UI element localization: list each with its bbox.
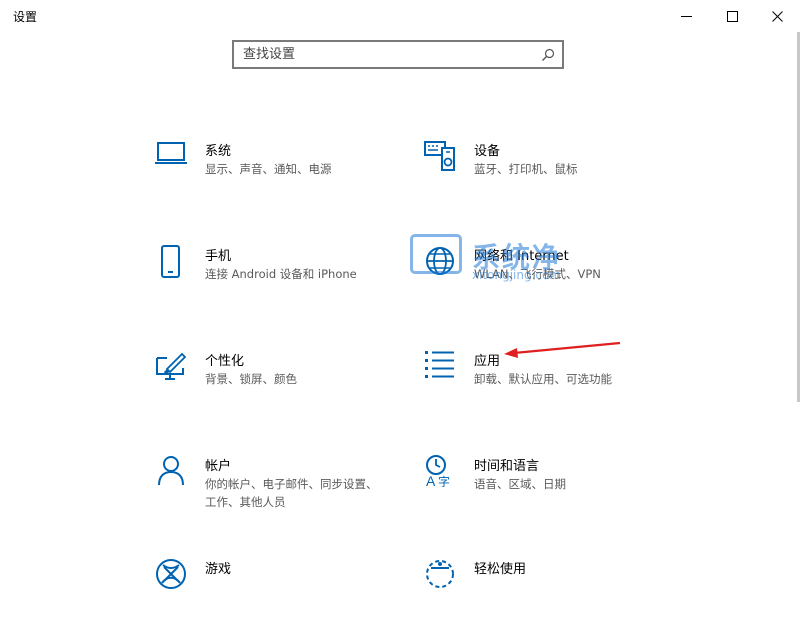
tile-personalization[interactable]: 个性化 背景、锁屏、颜色 [155,350,455,410]
xbox-icon [155,558,187,594]
tile-description: 语音、区域、日期 [474,477,566,491]
annotation-arrow [504,341,621,358]
svg-text:A: A [426,473,436,487]
tile-description: 卸载、默认应用、可选功能 [474,372,612,386]
tile-time-language[interactable]: A 字 时间和语言 语音、区域、日期 [424,455,724,515]
minimize-button[interactable] [663,0,709,32]
watermark-logo [410,234,462,274]
title-bar: 设置 [0,0,800,32]
apps-list-icon [424,350,456,386]
devices-icon [424,140,456,176]
window-title: 设置 [13,10,38,24]
tile-accounts[interactable]: 帐户 你的帐户、电子邮件、同步设置、工作、其他人员 [155,455,455,515]
phone-icon [155,245,187,281]
laptop-icon [155,140,187,176]
tile-name: 系统 [205,144,232,159]
close-button[interactable] [754,0,800,32]
tile-description: 蓝牙、打印机、鼠标 [474,162,578,176]
tile-system[interactable]: 系统 显示、声音、通知、电源 [155,140,455,200]
tile-name: 应用 [474,354,501,369]
tile-name: 时间和语言 [474,459,540,474]
watermark-url: xitongjing.com [472,268,562,282]
tile-description: 连接 Android 设备和 iPhone [205,267,357,281]
time-language-icon: A 字 [424,455,456,491]
tile-name: 手机 [205,249,232,264]
tile-name: 设备 [474,144,501,159]
tile-name: 游戏 [205,562,232,577]
tile-name: 帐户 [205,459,232,474]
search-input[interactable] [234,42,533,67]
personalization-icon [155,350,187,386]
tile-name: 轻松使用 [474,562,527,577]
tile-description: 背景、锁屏、颜色 [205,372,297,386]
tile-name: 个性化 [205,354,245,369]
search-box[interactable] [232,40,564,69]
tile-description: 显示、声音、通知、电源 [205,162,332,176]
maximize-button[interactable] [709,0,755,32]
tile-description: 你的帐户、电子邮件、同步设置、工作、其他人员 [205,477,378,509]
close-icon [771,10,783,22]
watermark: 系统净 xitongjing.com [410,234,590,284]
person-icon [155,455,187,491]
maximize-icon [726,10,738,22]
search-icon[interactable] [541,47,555,66]
tile-gaming[interactable]: 游戏 [155,558,455,618]
ease-of-access-icon [424,558,456,594]
tile-devices[interactable]: 设备 蓝牙、打印机、鼠标 [424,140,724,200]
svg-text:字: 字 [438,474,450,487]
minimize-icon [680,15,692,17]
tile-ease-of-access[interactable]: 轻松使用 [424,558,724,618]
